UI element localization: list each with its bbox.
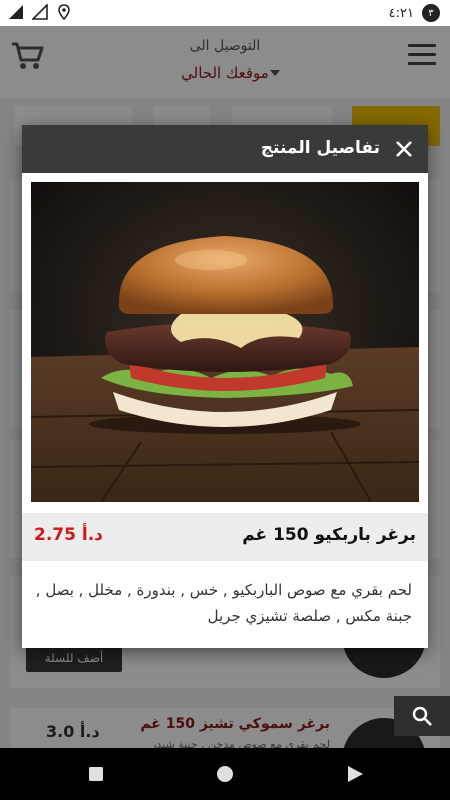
clock: ٤:٢١ — [388, 5, 414, 21]
dialog-header: تفاصيل المنتج — [22, 125, 428, 173]
wifi-off-icon — [32, 4, 48, 20]
home-icon[interactable] — [213, 762, 237, 786]
status-bar: ٤:٢١ ٣ — [0, 0, 450, 26]
close-icon[interactable] — [392, 137, 416, 161]
burger-illustration — [31, 182, 419, 502]
product-details-dialog: تفاصيل المنتج برغر باربكيو 150 غم 2.75 د… — [22, 125, 428, 648]
product-description: لحم بقري مع صوص الباربكيو , خس , بندورة … — [35, 581, 412, 625]
system-nav-bar — [0, 748, 450, 800]
product-name-row: برغر باربكيو 150 غم 2.75 د.أ — [22, 513, 428, 561]
product-name: برغر باربكيو 150 غم — [242, 525, 416, 545]
signal-icon — [9, 5, 23, 19]
location-icon — [58, 4, 70, 20]
search-button[interactable] — [394, 696, 450, 736]
product-price: 2.75 د.أ — [34, 525, 103, 545]
recents-icon[interactable] — [84, 762, 108, 786]
search-icon — [412, 706, 432, 726]
back-icon[interactable] — [343, 762, 367, 786]
notification-badge: ٣ — [422, 4, 440, 22]
dialog-title: تفاصيل المنتج — [260, 138, 380, 158]
product-image — [31, 182, 419, 502]
